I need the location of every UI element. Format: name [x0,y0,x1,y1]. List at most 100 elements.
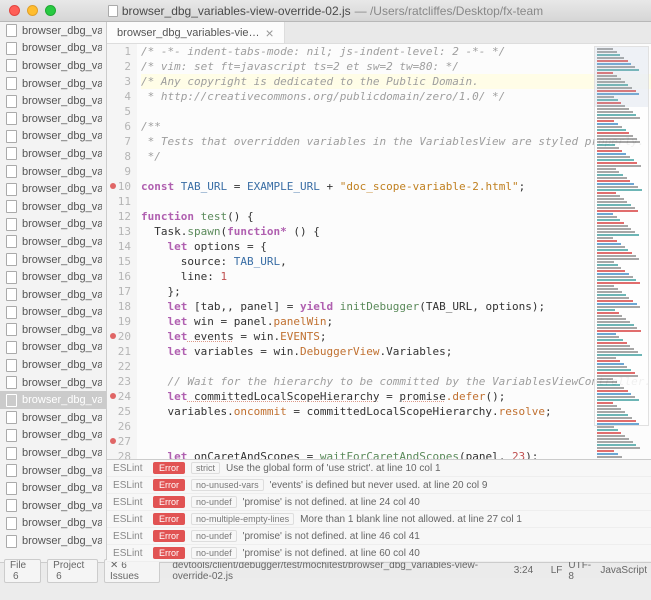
code-line[interactable] [141,419,651,434]
sidebar-item[interactable]: browser_dbg_variables-view [0,321,106,339]
code-line[interactable] [141,104,651,119]
lint-rule: no-undef [191,496,237,508]
sidebar-item-label: browser_dbg_variables-view [22,394,102,406]
code-line[interactable]: variables.oncommit = committedLocalScope… [141,404,651,419]
sidebar-item[interactable]: browser_dbg_variables-view [0,497,106,515]
document-icon [6,42,17,55]
minimap-viewport[interactable] [595,47,648,107]
sidebar-item[interactable]: browser_dbg_variables-view [0,216,106,234]
project-issue-count[interactable]: Project 6 [47,559,98,583]
document-icon [6,341,17,354]
sidebar-item[interactable]: browser_dbg_variables-view [0,251,106,269]
document-icon [6,112,17,125]
code-line[interactable]: let variables = win.DebuggerView.Variabl… [141,344,651,359]
code-line[interactable]: Task.spawn(function* () { [141,224,651,239]
code-content[interactable]: /* -*- indent-tabs-mode: nil; js-indent-… [137,44,651,459]
code-line[interactable]: * Tests that overridden variables in the… [141,134,651,149]
sidebar-item[interactable]: browser_dbg_variables-view [0,40,106,58]
sidebar-item[interactable]: browser_dbg_variables-view [0,462,106,480]
code-line[interactable]: let options = { [141,239,651,254]
sidebar-item[interactable]: browser_dbg_variables-view [0,163,106,181]
code-line[interactable]: /* vim: set ft=javascript ts=2 et sw=2 t… [141,59,651,74]
sidebar-item-label: browser_dbg_variables-view [22,535,102,547]
code-line[interactable]: /* -*- indent-tabs-mode: nil; js-indent-… [141,44,651,59]
sidebar-item[interactable]: browser_dbg_variables-view [0,180,106,198]
lint-row[interactable]: ESLintErrorno-undef'promise' is not defi… [107,545,651,562]
close-window-icon[interactable] [9,5,20,16]
lint-row[interactable]: ESLintErrorno-unused-vars'events' is def… [107,477,651,494]
sidebar-item[interactable]: browser_dbg_variables-view [0,532,106,550]
code-line[interactable] [141,434,651,449]
line-ending[interactable]: LF [551,565,563,576]
breakpoint-icon[interactable] [110,393,116,399]
sidebar-item[interactable]: browser_dbg_variables-view [0,479,106,497]
language-mode[interactable]: JavaScript [600,565,647,576]
sidebar-item[interactable]: browser_dbg_variables-view [0,409,106,427]
code-line[interactable]: /** [141,119,651,134]
line-gutter[interactable]: 1234567891011121314151617181920212223242… [107,44,137,459]
zoom-window-icon[interactable] [45,5,56,16]
code-line[interactable]: let committedLocalScopeHierarchy = promi… [141,389,651,404]
code-line[interactable]: /* Any copyright is dedicated to the Pub… [141,74,651,89]
minimap[interactable] [594,46,649,426]
code-line[interactable]: let [tab,, panel] = yield initDebugger(T… [141,299,651,314]
code-line[interactable]: const TAB_URL = EXAMPLE_URL + "doc_scope… [141,179,651,194]
sidebar-item[interactable]: browser_dbg_variables-view [0,110,106,128]
breakpoint-icon[interactable] [110,183,116,189]
sidebar-item[interactable]: browser_dbg_variables-view [0,128,106,146]
tab-close-icon[interactable]: × [266,26,274,40]
sidebar-item[interactable]: browser_dbg_variables-view [0,92,106,110]
file-issue-count[interactable]: File 6 [4,559,41,583]
code-line[interactable]: */ [141,149,651,164]
sidebar-item[interactable]: browser_dbg_variables-view [0,268,106,286]
sidebar-item-label: browser_dbg_variables-view [22,42,102,54]
sidebar-item[interactable]: browser_dbg_variables-view [0,75,106,93]
issues-pill[interactable]: ✕ 6 Issues [104,559,160,583]
file-sidebar[interactable]: browser_dbg_variables-viewbrowser_dbg_va… [0,22,107,562]
sidebar-item[interactable]: browser_dbg_variables-view [0,198,106,216]
code-line[interactable]: function test() { [141,209,651,224]
sidebar-item[interactable]: browser_dbg_variables-view [0,444,106,462]
code-line[interactable] [141,164,651,179]
lint-row[interactable]: ESLintErrorno-undef'promise' is not defi… [107,494,651,511]
sidebar-item[interactable]: browser_dbg_variables-view [0,339,106,357]
editor-tab[interactable]: browser_dbg_variables-vie… × [107,22,285,43]
sidebar-item-label: browser_dbg_variables-view [22,236,102,248]
document-icon [6,253,17,266]
code-line[interactable]: let win = panel.panelWin; [141,314,651,329]
sidebar-item-label: browser_dbg_variables-view [22,25,102,37]
lint-rule: strict [191,462,220,474]
sidebar-item[interactable]: browser_dbg_variables-view [0,356,106,374]
code-line[interactable]: line: 1 [141,269,651,284]
code-line[interactable]: }; [141,284,651,299]
sidebar-item[interactable]: browser_dbg_variables-view [0,22,106,40]
sidebar-item[interactable]: browser_dbg_variables-view [0,57,106,75]
breakpoint-icon[interactable] [110,333,116,339]
cursor-position[interactable]: 3:24 [514,565,533,576]
lint-row[interactable]: ESLintErrorstrictUse the global form of … [107,460,651,477]
encoding[interactable]: UTF-8 [568,560,594,582]
lint-row[interactable]: ESLintErrorno-undef'promise' is not defi… [107,528,651,545]
minimize-window-icon[interactable] [27,5,38,16]
lint-tool: ESLint [113,463,147,474]
sidebar-item[interactable]: browser_dbg_variables-view [0,286,106,304]
code-line[interactable]: source: TAB_URL, [141,254,651,269]
code-line[interactable] [141,359,651,374]
document-icon [6,306,17,319]
code-area[interactable]: 1234567891011121314151617181920212223242… [107,44,651,459]
breakpoint-icon[interactable] [110,438,116,444]
code-line[interactable]: let onCaretAndScopes = waitForCaretAndSc… [141,449,651,459]
sidebar-item[interactable]: browser_dbg_variables-view [0,427,106,445]
code-line[interactable] [141,194,651,209]
lint-severity-badge: Error [153,547,185,559]
code-line[interactable]: // Wait for the hierarchy to be committe… [141,374,651,389]
sidebar-item[interactable]: browser_dbg_variables-view [0,391,106,409]
sidebar-item[interactable]: browser_dbg_variables-view [0,233,106,251]
sidebar-item[interactable]: browser_dbg_variables-view [0,145,106,163]
code-line[interactable]: * http://creativecommons.org/publicdomai… [141,89,651,104]
sidebar-item[interactable]: browser_dbg_variables-view [0,374,106,392]
lint-row[interactable]: ESLintErrorno-multiple-empty-linesMore t… [107,511,651,528]
sidebar-item[interactable]: browser_dbg_variables-view [0,304,106,322]
sidebar-item[interactable]: browser_dbg_variables-view [0,515,106,533]
code-line[interactable]: let events = win.EVENTS; [141,329,651,344]
